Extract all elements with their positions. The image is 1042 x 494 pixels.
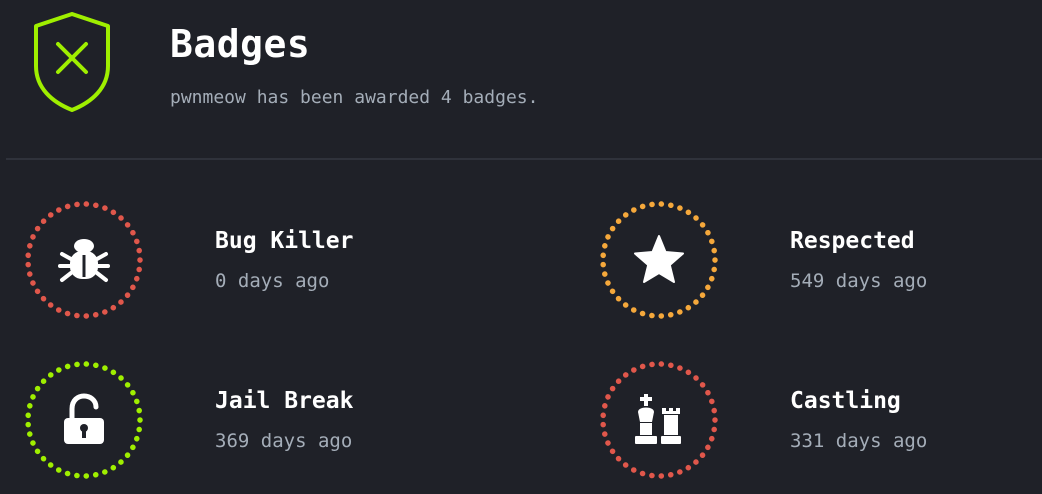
badge-name: Respected	[790, 228, 915, 254]
badge-jail-break[interactable]: Jail Break 369 days ago	[24, 360, 484, 490]
page-title: Badges	[170, 22, 311, 66]
badge-castling[interactable]: Castling 331 days ago	[599, 360, 1042, 490]
badge-name: Castling	[790, 388, 901, 414]
bug-icon	[58, 239, 110, 282]
badge-name: Jail Break	[215, 388, 354, 414]
badge-date: 331 days ago	[790, 430, 928, 452]
badges-header: Badges pwnmeow has been awarded 4 badges…	[0, 0, 1042, 158]
page-subtitle: pwnmeow has been awarded 4 badges.	[170, 87, 539, 108]
chess-icon	[635, 394, 681, 444]
badge-date: 369 days ago	[215, 430, 353, 452]
unlock-icon	[64, 393, 104, 444]
badge-name: Bug Killer	[215, 228, 354, 254]
header-divider	[6, 158, 1042, 160]
shield-x-icon	[34, 12, 110, 112]
badge-date: 0 days ago	[215, 270, 330, 292]
star-icon	[634, 235, 684, 283]
badge-bug-killer[interactable]: Bug Killer 0 days ago	[24, 200, 484, 330]
badge-date: 549 days ago	[790, 270, 928, 292]
badge-respected[interactable]: Respected 549 days ago	[599, 200, 1042, 330]
